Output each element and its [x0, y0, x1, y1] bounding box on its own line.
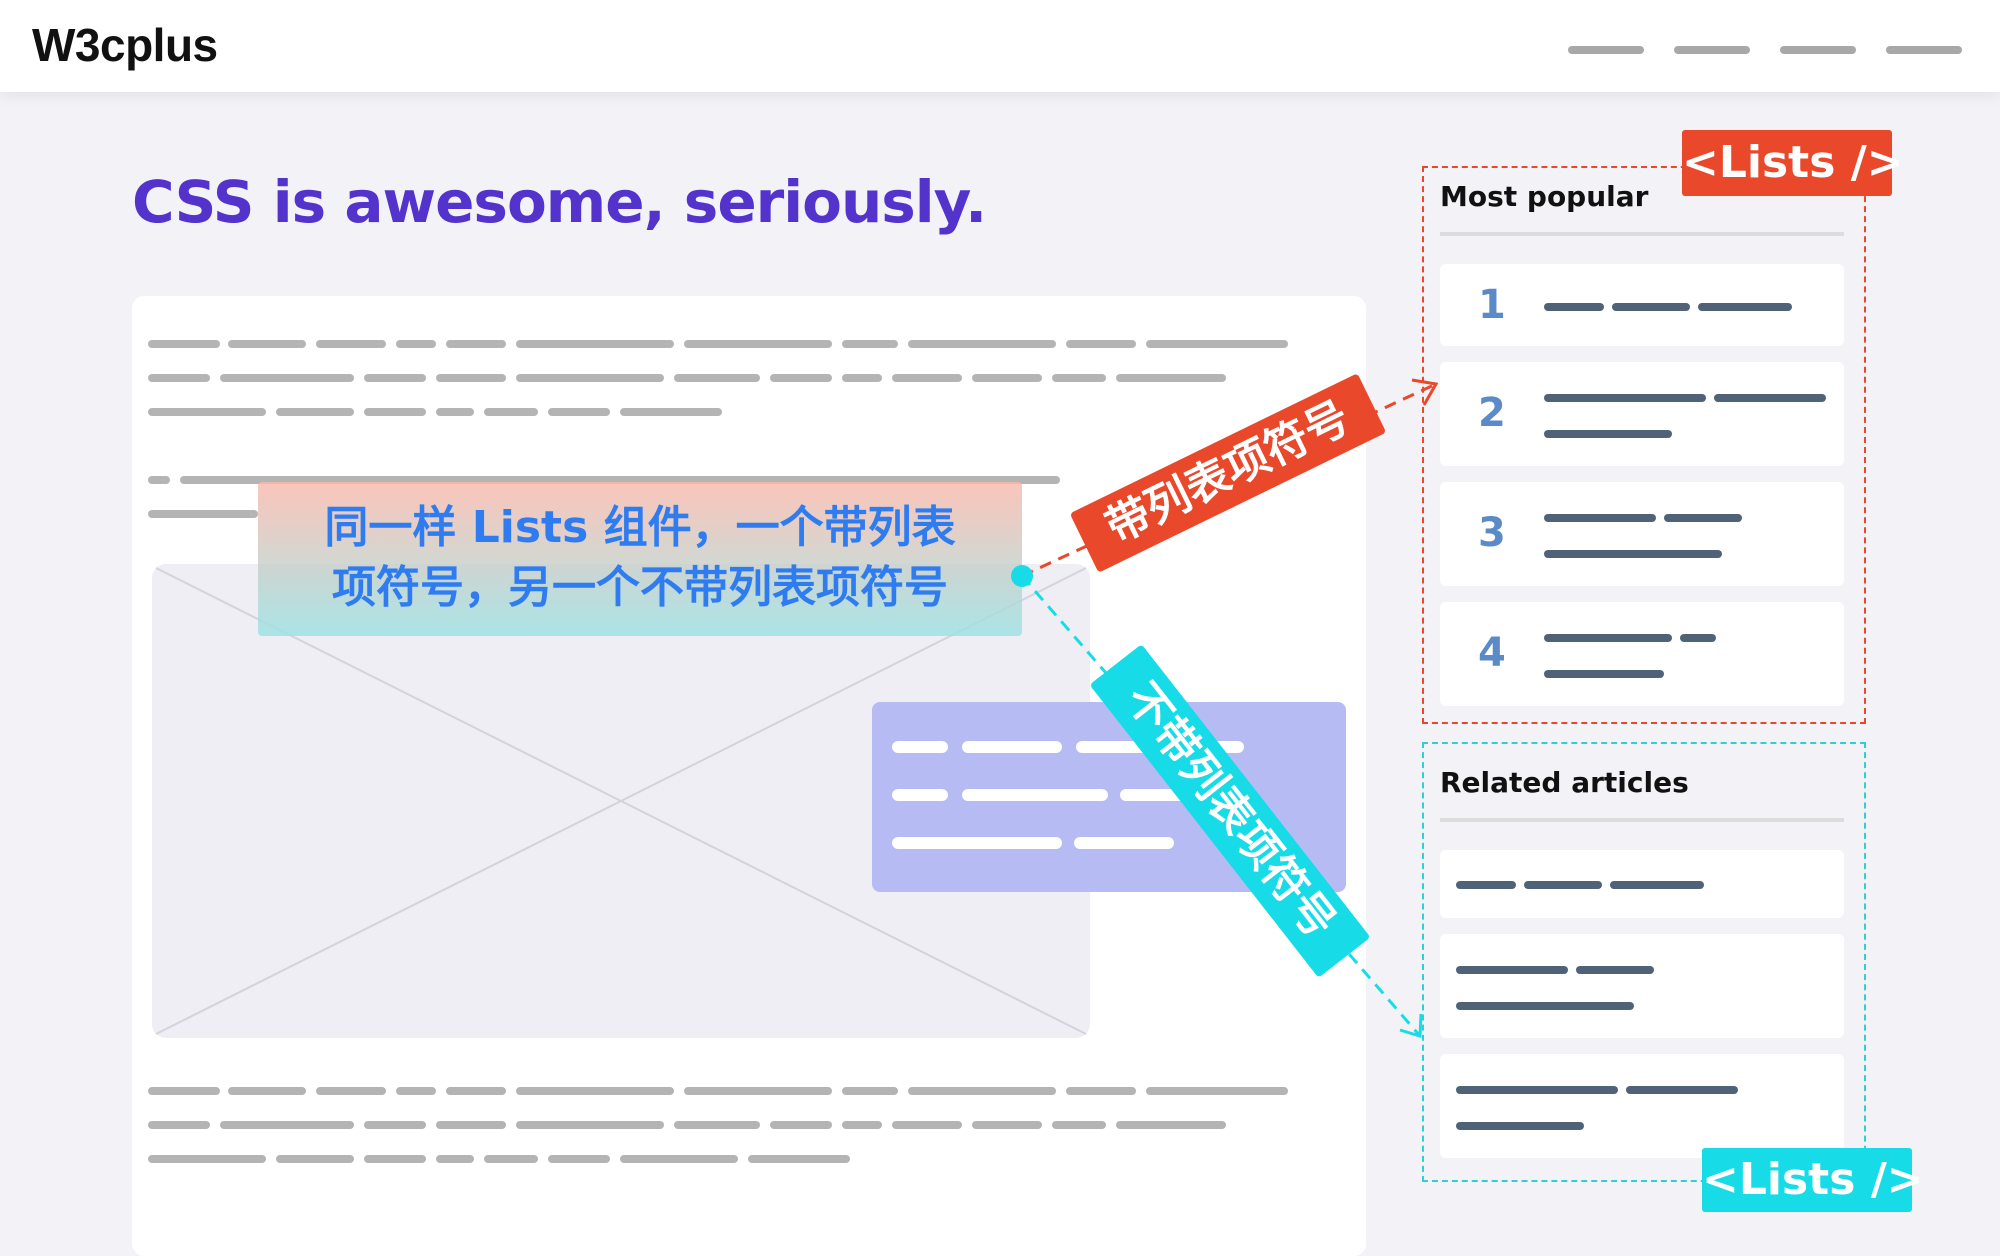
- connector-dot: [1011, 565, 1033, 587]
- arrow-head-orange: [1411, 378, 1439, 406]
- connector-arrows: [1011, 378, 1439, 1038]
